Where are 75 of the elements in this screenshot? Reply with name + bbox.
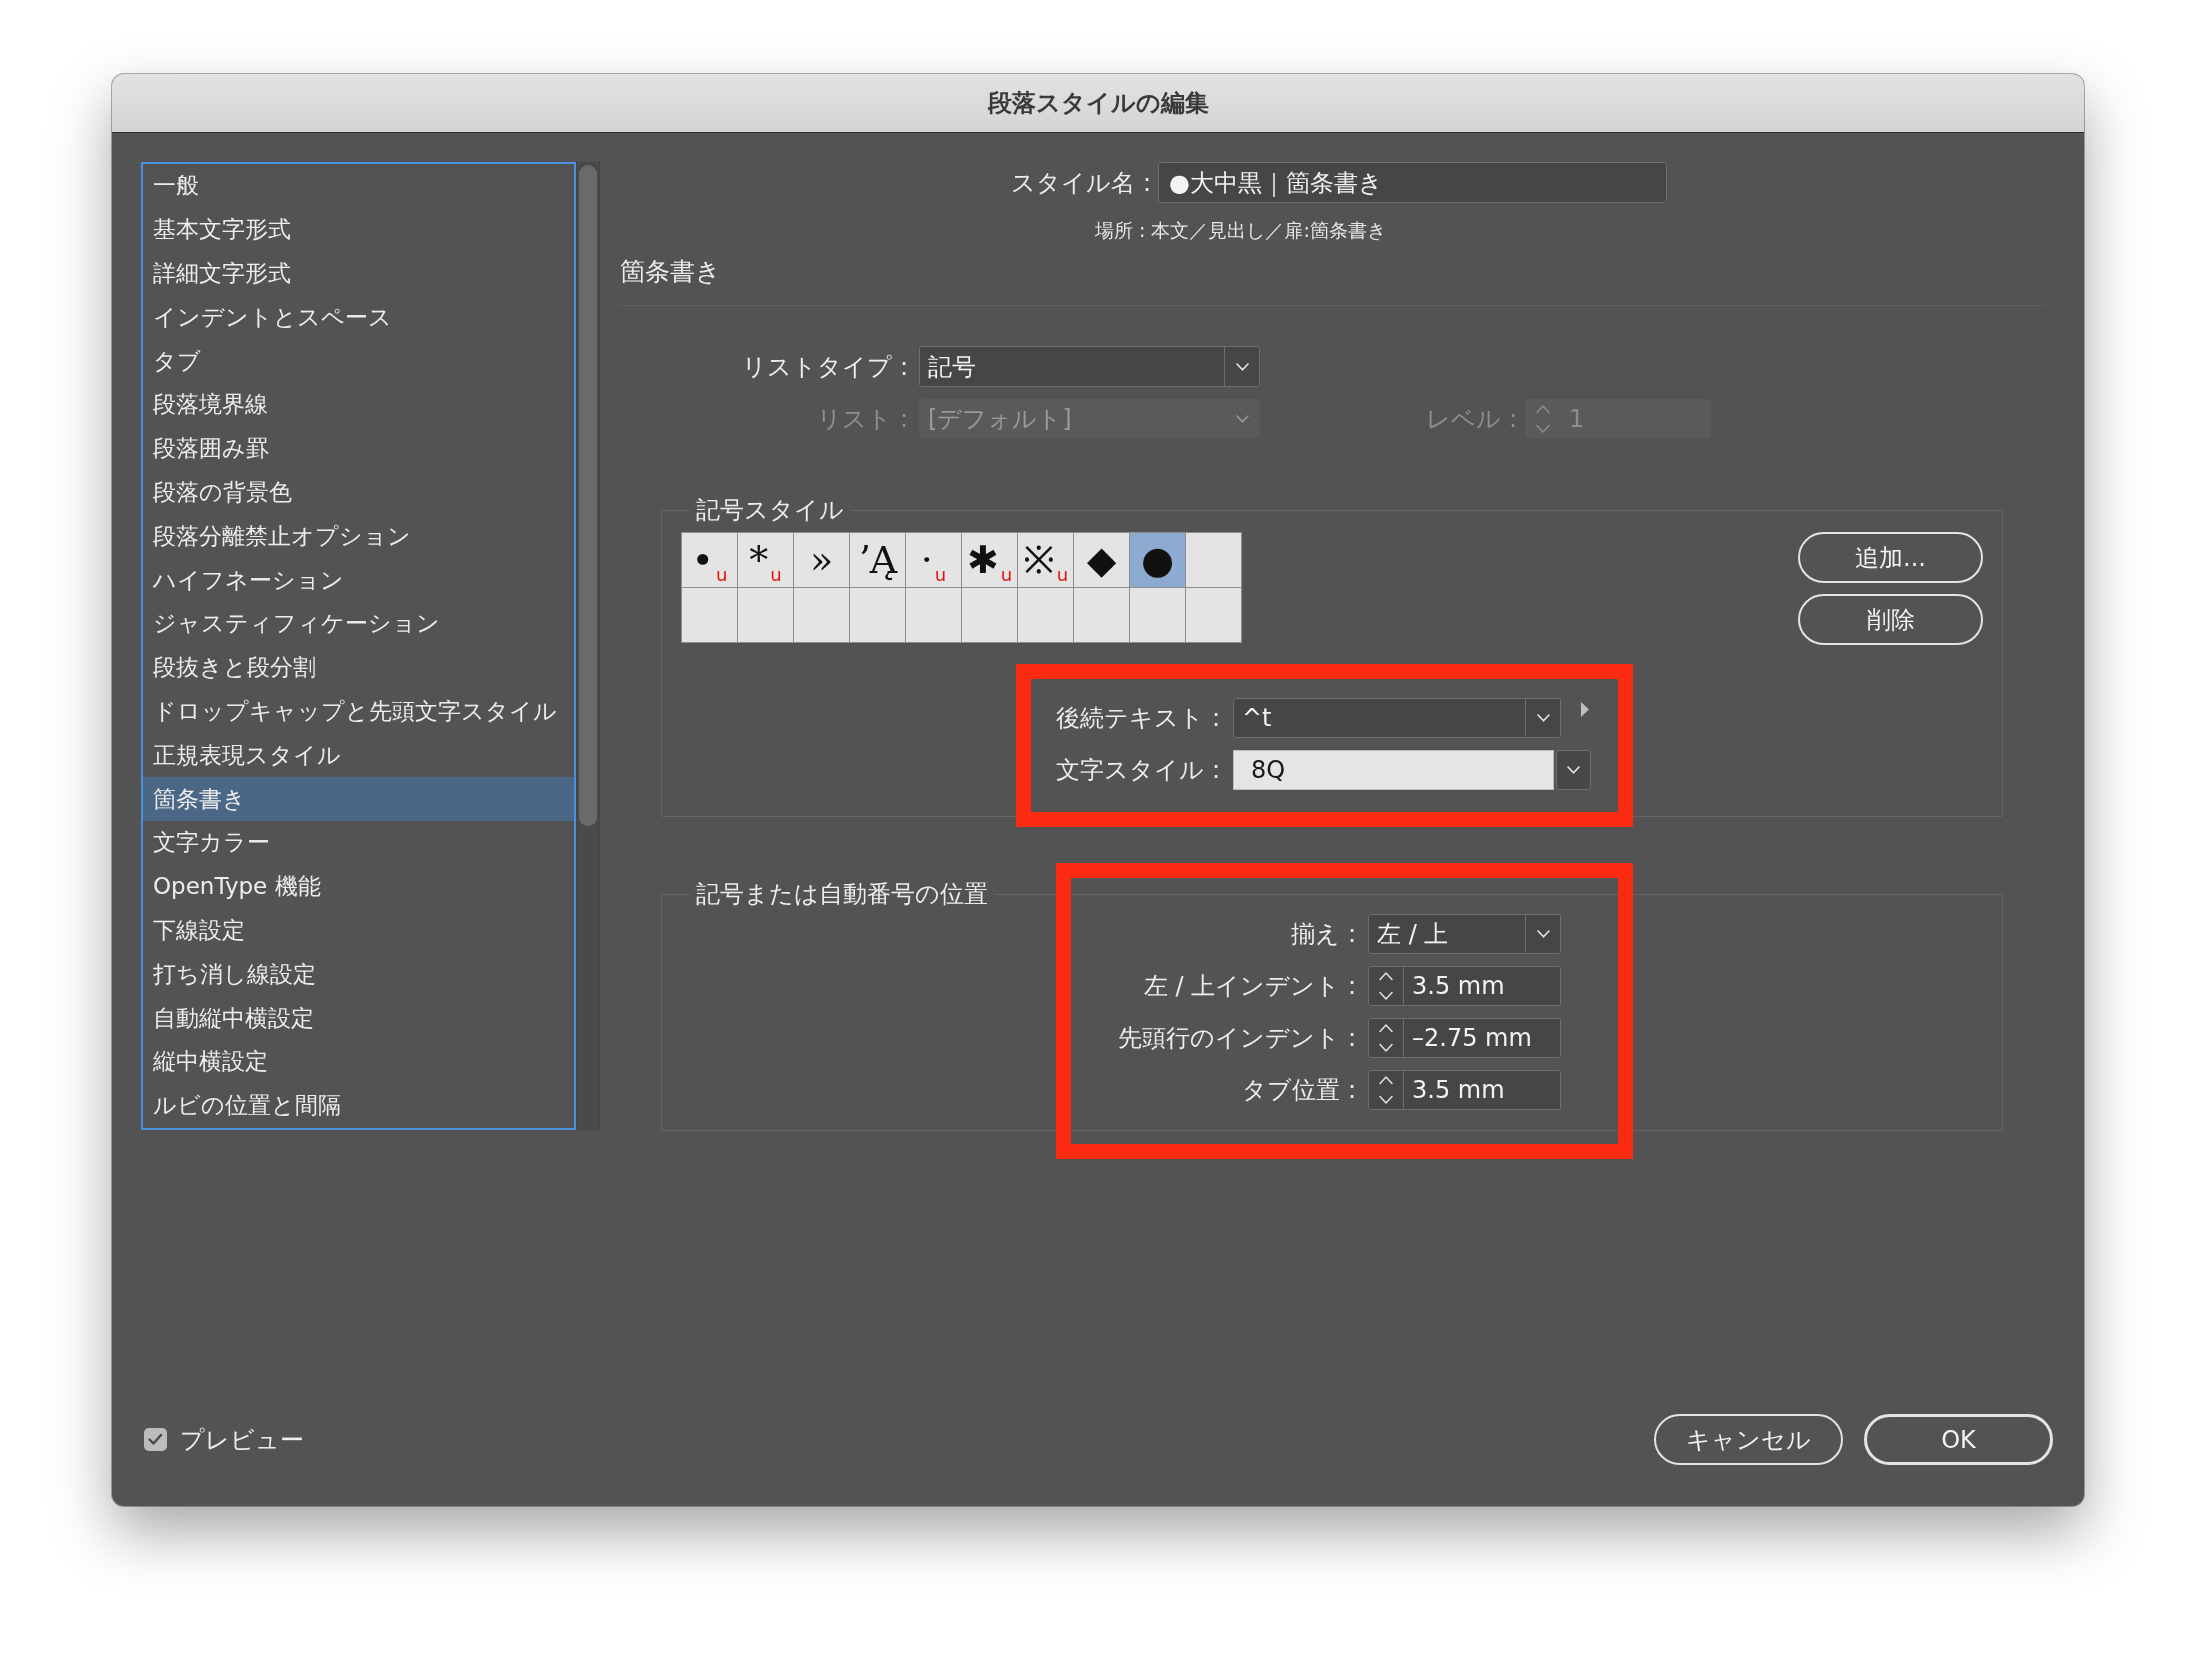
chevron-down-icon <box>1536 714 1550 722</box>
category-item[interactable]: 基本文字形式 <box>143 207 574 252</box>
glyph-cell[interactable] <box>1074 588 1129 642</box>
glyph-cell[interactable] <box>1186 588 1241 642</box>
group-title: 記号スタイル <box>695 496 845 524</box>
field-label: タブ位置 : <box>1241 1075 1356 1106</box>
glyph-cell[interactable] <box>1018 588 1073 642</box>
dropdown[interactable]: 左 / 上 <box>1368 914 1561 954</box>
glyph-cell[interactable] <box>1186 533 1241 587</box>
category-item[interactable]: ジャスティフィケーション <box>143 601 574 646</box>
category-item[interactable]: 自動縦中横設定 <box>143 996 574 1040</box>
field-label: リスト : <box>816 403 908 435</box>
chevron-down-icon <box>1235 362 1249 371</box>
group-title: 記号または自動番号の位置 <box>695 880 989 908</box>
glyph-cell[interactable]: ◆ <box>1074 533 1129 587</box>
action-button[interactable]: 削除 <box>1798 594 1983 645</box>
location-text: 場所 : 本文／見出し／扉:箇条書き <box>1094 218 1387 243</box>
glyph-cell[interactable] <box>906 588 961 642</box>
category-item[interactable]: 正規表現スタイル <box>143 733 574 778</box>
category-item[interactable]: 段落の背景色 <box>143 470 574 515</box>
category-item[interactable]: 打ち消し線設定 <box>143 952 574 997</box>
category-item[interactable]: ハイフネーション <box>143 558 574 602</box>
category-item[interactable]: 文字カラー <box>143 820 574 865</box>
category-item[interactable]: 段落囲み罫 <box>143 426 574 471</box>
field-label: 文字スタイル : <box>1055 755 1220 786</box>
glyph-cell[interactable] <box>682 588 737 642</box>
glyph-cell[interactable] <box>962 588 1017 642</box>
glyph-cell[interactable] <box>794 588 849 642</box>
category-item[interactable]: 箇条書き <box>143 777 574 821</box>
number-field[interactable]: 3.5 mm <box>1368 966 1561 1006</box>
glyph-cell[interactable]: ● <box>1130 533 1185 587</box>
glyph-cell[interactable] <box>1130 588 1185 642</box>
category-item[interactable]: タブ <box>143 339 574 383</box>
dialog-button[interactable]: キャンセル <box>1654 1414 1843 1465</box>
checkbox[interactable] <box>144 1428 167 1451</box>
chevron-down-icon <box>1235 414 1249 423</box>
scrollbar-thumb[interactable] <box>579 165 597 826</box>
dropdown[interactable]: ^t <box>1233 698 1561 738</box>
combo-field[interactable]: 8Q <box>1233 750 1554 790</box>
action-button[interactable]: 追加... <box>1798 532 1983 583</box>
chevron-down-icon <box>1536 930 1550 938</box>
field-label: レベル : <box>1425 403 1517 435</box>
category-item[interactable]: 段抜きと段分割 <box>143 645 574 690</box>
field-label: 後続テキスト : <box>1055 703 1220 734</box>
category-item[interactable]: 段落分離禁止オプション <box>143 514 574 559</box>
category-item[interactable]: インデントとスペース <box>143 295 574 340</box>
scrollbar-track[interactable] <box>576 162 600 1130</box>
triangle-icon[interactable] <box>1581 702 1589 717</box>
category-item[interactable]: 一般 <box>143 164 574 208</box>
field-label: リストタイプ : <box>741 351 908 383</box>
category-item[interactable]: ルビの位置と間隔 <box>143 1083 574 1128</box>
glyph-cell[interactable] <box>738 588 793 642</box>
category-item[interactable]: 下線設定 <box>143 908 574 953</box>
number-field[interactable]: 3.5 mm <box>1368 1070 1561 1110</box>
category-item[interactable]: 縦中横設定 <box>143 1039 574 1084</box>
field-label: 先頭行のインデント : <box>1117 1023 1356 1054</box>
glyph-cell[interactable] <box>850 588 905 642</box>
glyph-cell[interactable]: » <box>794 533 849 587</box>
field-label: 揃え : <box>1290 919 1356 950</box>
category-item[interactable]: ドロップキャップと先頭文字スタイル <box>143 689 574 734</box>
dropdown-button[interactable] <box>1556 750 1591 790</box>
number-field[interactable]: –2.75 mm <box>1368 1018 1561 1058</box>
window-title: 段落スタイルの編集 <box>987 88 1209 119</box>
style-name-field[interactable]: ●大中黒｜箇条書き <box>1158 162 1667 203</box>
section-heading: 箇条書き <box>620 256 722 288</box>
chevron-down-icon <box>1567 766 1580 774</box>
category-item[interactable]: OpenType 機能 <box>143 864 574 909</box>
category-item[interactable]: 詳細文字形式 <box>143 251 574 296</box>
dropdown[interactable]: 記号 <box>919 346 1260 387</box>
dialog-button[interactable]: OK <box>1864 1414 2053 1465</box>
glyph-cell[interactable]: ʼĄ <box>850 533 905 587</box>
category-item[interactable]: 段落境界線 <box>143 383 574 427</box>
checkbox-label[interactable]: プレビュー <box>180 1423 304 1456</box>
field-label: スタイル名 : <box>1010 167 1151 199</box>
field-label: 左 / 上インデント : <box>1142 971 1356 1002</box>
